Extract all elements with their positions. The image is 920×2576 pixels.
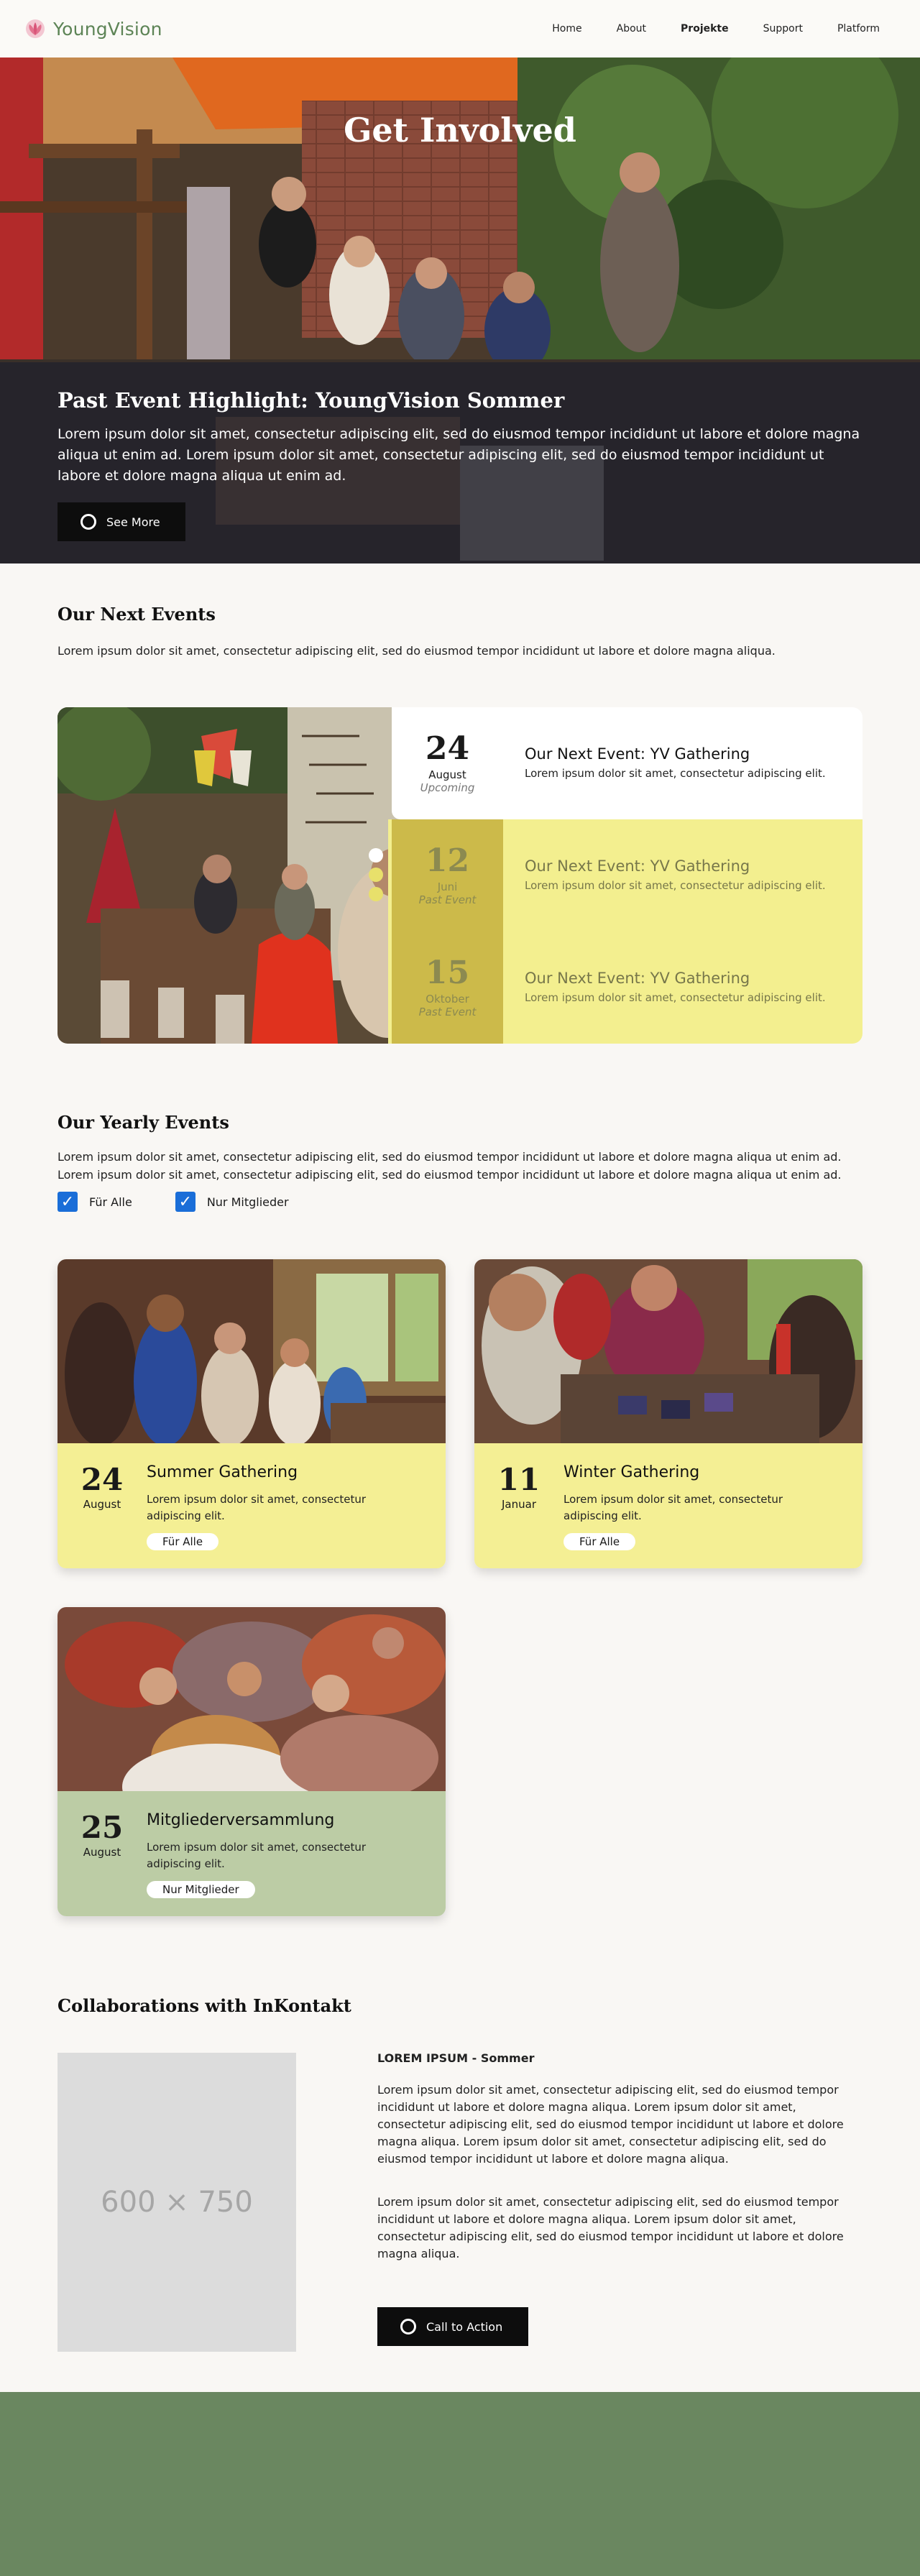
card-text: Lorem ipsum dolor sit amet, consectetur … xyxy=(147,1841,367,1870)
card-text: Lorem ipsum dolor sit amet, consectetur … xyxy=(147,1493,367,1522)
next-events-carousel: 24 August Upcoming Our Next Event: YV Ga… xyxy=(58,707,862,1044)
nav-link-projekte[interactable]: Projekte xyxy=(663,23,746,34)
hero: Get Involved Past Event Highlight: Young… xyxy=(0,58,920,564)
hero-title: Get Involved xyxy=(344,111,576,150)
event-day: 15 xyxy=(425,954,470,991)
event-info: Our Next Event: YV Gathering Lorem ipsum… xyxy=(503,970,841,1006)
image-placeholder: 600 × 750 xyxy=(58,2053,296,2352)
filter-nur-mitglieder[interactable]: ✓ Nur Mitglieder xyxy=(175,1192,289,1212)
collab-subtitle: LOREM IPSUM - Sommer xyxy=(377,2051,535,2065)
card-month: Januar xyxy=(502,1498,536,1511)
event-text: Lorem ipsum dolor sit amet, consectetur … xyxy=(525,766,826,780)
event-month: Juni xyxy=(437,880,458,893)
nav-link-home[interactable]: Home xyxy=(535,23,599,34)
collab-title: Collaborations with InKontakt xyxy=(58,1995,351,2016)
next-events-title: Our Next Events xyxy=(58,604,216,625)
see-more-button[interactable]: See More xyxy=(58,502,185,541)
event-status: Upcoming xyxy=(420,781,475,794)
logo-text: YoungVision xyxy=(53,18,162,40)
event-item-past-1[interactable]: 12 Juni Past Event Our Next Event: YV Ga… xyxy=(392,819,862,932)
event-status: Past Event xyxy=(418,893,477,906)
collab-paragraph-1: Lorem ipsum dolor sit amet, consectetur … xyxy=(377,2083,844,2166)
card-title: Summer Gathering xyxy=(147,1463,298,1481)
card-day: 24 xyxy=(80,1462,124,1497)
carousel-dot[interactable] xyxy=(369,868,383,882)
event-card-winter[interactable]: 11 Januar Winter Gathering Lorem ipsum d… xyxy=(474,1259,862,1568)
event-item-upcoming[interactable]: 24 August Upcoming Our Next Event: YV Ga… xyxy=(392,707,862,819)
event-day: 24 xyxy=(425,730,470,767)
yearly-events-text: Lorem ipsum dolor sit amet, consectetur … xyxy=(58,1150,842,1182)
checkbox-checked-icon[interactable]: ✓ xyxy=(58,1192,78,1212)
lotus-logo-icon xyxy=(26,19,45,38)
event-info: Our Next Event: YV Gathering Lorem ipsum… xyxy=(503,857,841,894)
event-status: Past Event xyxy=(418,1006,477,1018)
card-date: 25 August xyxy=(58,1810,147,1916)
card-text: Lorem ipsum dolor sit amet, consectetur … xyxy=(564,1493,783,1522)
card-day: 25 xyxy=(80,1810,124,1845)
logo[interactable]: YoungVision xyxy=(23,17,162,41)
card-body: 25 August Mitgliederversammlung Lorem ip… xyxy=(58,1791,446,1916)
call-to-action-button[interactable]: Call to Action xyxy=(377,2307,528,2346)
card-title: Mitgliederversammlung xyxy=(147,1811,335,1829)
card-day: 11 xyxy=(497,1462,540,1497)
carousel-dot[interactable] xyxy=(369,887,383,901)
nav-link-about[interactable]: About xyxy=(599,23,663,34)
card-photo xyxy=(58,1607,446,1791)
card-body: 11 Januar Winter Gathering Lorem ipsum d… xyxy=(474,1443,862,1568)
circle-icon xyxy=(400,2319,416,2334)
carousel-dots xyxy=(369,848,385,906)
card-photo xyxy=(58,1259,446,1443)
card-date: 24 August xyxy=(58,1462,147,1568)
event-text: Lorem ipsum dolor sit amet, consectetur … xyxy=(525,990,826,1004)
event-month: Oktober xyxy=(426,993,469,1006)
filter-label: Für Alle xyxy=(89,1195,132,1209)
card-info: Winter Gathering Lorem ipsum dolor sit a… xyxy=(564,1462,837,1568)
nav-links: Home About Projekte Support Platform xyxy=(535,23,897,34)
card-tag: Für Alle xyxy=(564,1533,636,1550)
nav-link-platform[interactable]: Platform xyxy=(820,23,897,34)
event-title: Our Next Event: YV Gathering xyxy=(525,857,750,875)
next-events-text: Lorem ipsum dolor sit amet, consectetur … xyxy=(58,644,776,658)
cta-label: Call to Action xyxy=(426,2319,503,2334)
event-filters: ✓ Für Alle ✓ Nur Mitglieder xyxy=(58,1192,289,1212)
card-title: Winter Gathering xyxy=(564,1463,700,1481)
event-day: 12 xyxy=(425,842,470,879)
yearly-events-title: Our Yearly Events xyxy=(58,1112,229,1133)
event-text: Lorem ipsum dolor sit amet, consectetur … xyxy=(525,878,826,892)
footer xyxy=(0,2392,920,2576)
highlight-text: Lorem ipsum dolor sit amet, consectetur … xyxy=(58,426,860,484)
filter-label: Nur Mitglieder xyxy=(206,1195,289,1209)
card-info: Summer Gathering Lorem ipsum dolor sit a… xyxy=(147,1462,420,1568)
card-month: August xyxy=(83,1498,121,1511)
event-card-mitgliederversammlung[interactable]: 25 August Mitgliederversammlung Lorem ip… xyxy=(58,1607,446,1916)
circle-icon xyxy=(80,514,96,530)
hero-highlight-panel: Past Event Highlight: YoungVision Sommer… xyxy=(0,362,920,564)
card-tag: Nur Mitglieder xyxy=(147,1881,255,1898)
event-date: 12 Juni Past Event xyxy=(392,819,503,932)
event-month: August xyxy=(428,768,466,781)
highlight-title: Past Event Highlight: YoungVision Sommer xyxy=(58,388,565,413)
card-body: 24 August Summer Gathering Lorem ipsum d… xyxy=(58,1443,446,1568)
event-date: 15 Oktober Past Event xyxy=(392,932,503,1044)
event-date: 24 August Upcoming xyxy=(392,730,503,795)
event-title: Our Next Event: YV Gathering xyxy=(525,745,750,763)
card-date: 11 Januar xyxy=(474,1462,564,1568)
event-item-past-2[interactable]: 15 Oktober Past Event Our Next Event: YV… xyxy=(392,932,862,1044)
carousel-dot[interactable] xyxy=(369,848,383,862)
card-tag: Für Alle xyxy=(147,1533,219,1550)
event-card-summer[interactable]: 24 August Summer Gathering Lorem ipsum d… xyxy=(58,1259,446,1568)
card-month: August xyxy=(83,1846,121,1859)
page: YoungVision Home About Projekte Support … xyxy=(0,0,920,2576)
card-info: Mitgliederversammlung Lorem ipsum dolor … xyxy=(147,1810,420,1916)
nav-link-support[interactable]: Support xyxy=(746,23,820,34)
checkbox-checked-icon[interactable]: ✓ xyxy=(175,1192,196,1212)
collab-paragraph-2: Lorem ipsum dolor sit amet, consectetur … xyxy=(377,2195,844,2260)
filter-fuer-alle[interactable]: ✓ Für Alle xyxy=(58,1192,132,1212)
event-title: Our Next Event: YV Gathering xyxy=(525,969,750,987)
top-nav: YoungVision Home About Projekte Support … xyxy=(0,0,920,58)
see-more-label: See More xyxy=(106,515,160,529)
event-info: Our Next Event: YV Gathering Lorem ipsum… xyxy=(503,745,841,782)
card-photo xyxy=(474,1259,862,1443)
